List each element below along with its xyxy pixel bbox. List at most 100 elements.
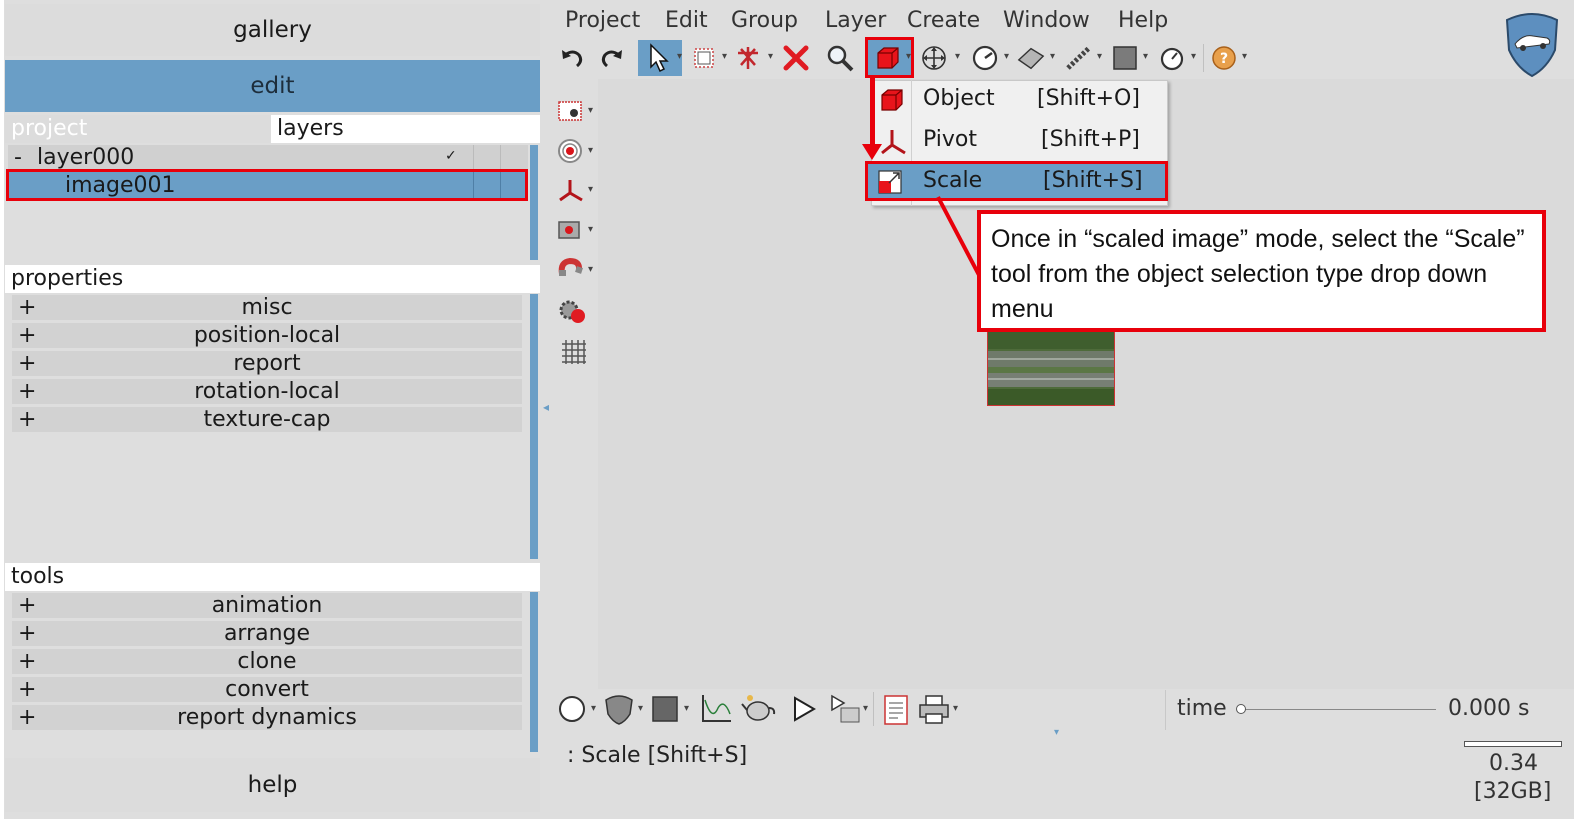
time-slider-handle[interactable] [1236,704,1246,714]
property-row-report[interactable]: + report [12,351,522,376]
time-label: time [1177,696,1227,721]
expand-arrow-icon[interactable]: ▾ [1054,727,1059,738]
dropdown-arrow-icon[interactable]: ▾ [588,224,593,235]
tool-label: convert [225,677,309,702]
dropdown-arrow-icon[interactable]: ▾ [1242,51,1247,62]
measure-icon[interactable] [1064,42,1094,74]
tool-row-clone[interactable]: + clone [12,649,522,674]
tool-row-animation[interactable]: + animation [12,593,522,618]
move-icon[interactable] [919,42,949,74]
filter-delete-icon[interactable] [733,42,763,74]
gauge-icon[interactable] [970,42,1000,74]
redo-icon[interactable] [597,42,627,74]
circle-shape-icon[interactable] [558,695,586,723]
settings-gear-icon[interactable] [556,297,590,327]
rect-select-icon[interactable] [689,42,719,74]
dropdown-arrow-icon[interactable]: ▾ [722,51,727,62]
dropdown-item-shortcut: [Shift+O] [1037,86,1140,111]
teapot-icon[interactable] [740,692,778,724]
target-icon[interactable] [556,137,586,165]
camera-view-icon[interactable] [556,97,586,125]
tab-layers[interactable]: layers [271,115,540,143]
property-row-rotation-local[interactable]: + rotation-local [12,379,522,404]
magnet-icon[interactable] [556,256,586,284]
menu-project[interactable]: Project [565,6,640,36]
menu-create[interactable]: Create [907,6,980,36]
menu-window[interactable]: Window [1003,6,1090,36]
help-icon[interactable]: ? [1209,42,1239,74]
dropdown-arrow-icon[interactable]: ▾ [684,703,689,714]
rectangle-icon[interactable] [1110,42,1140,74]
menu-group[interactable]: Group [731,6,798,36]
plane-icon[interactable] [1016,42,1046,74]
property-row-misc[interactable]: + misc [12,295,522,320]
render-icon[interactable] [556,216,586,244]
delete-icon[interactable] [781,42,811,74]
play-icon[interactable] [790,695,818,723]
property-row-texture-cap[interactable]: + texture-cap [12,407,522,432]
layers-scrollbar[interactable] [530,145,538,260]
tool-label: report dynamics [177,705,357,730]
property-row-position-local[interactable]: + position-local [12,323,522,348]
graph-icon[interactable] [700,692,734,724]
layer-row[interactable]: - layer000 ✓ [8,145,528,170]
gallery-header[interactable]: gallery [5,4,540,56]
grid-icon[interactable] [560,338,588,366]
tools-header: tools [5,563,540,591]
select-tool-button[interactable] [638,40,682,76]
dropdown-item-label: Pivot [923,127,978,152]
dropdown-arrow-icon[interactable]: ▾ [863,703,868,714]
report-icon[interactable] [882,694,910,726]
print-icon[interactable] [918,694,950,726]
play-list-icon[interactable] [829,694,863,726]
annotation-arrow-line [870,78,875,148]
zoom-icon[interactable] [825,42,855,74]
dropdown-arrow-icon[interactable]: ▾ [953,703,958,714]
dropdown-item-pivot[interactable]: Pivot [Shift+P] [873,123,1166,161]
tool-row-convert[interactable]: + convert [12,677,522,702]
dropdown-arrow-icon[interactable]: ▾ [588,145,593,156]
dropdown-arrow-icon[interactable]: ▾ [1050,51,1055,62]
dropdown-item-object[interactable]: Object [Shift+O] [873,82,1166,120]
dropdown-arrow-icon[interactable]: ▾ [638,703,643,714]
property-label: position-local [193,323,341,348]
shield-shape-icon[interactable] [603,692,635,726]
properties-scrollbar[interactable] [530,294,538,559]
edit-header[interactable]: edit [5,60,540,112]
image-object-thumbnail[interactable] [987,330,1115,406]
memory-total: [32GB] [1474,779,1552,804]
layer-collapse-toggle[interactable]: - [14,145,22,170]
annotation-callout: Once in “scaled image” mode, select the … [977,210,1546,332]
dropdown-arrow-icon[interactable]: ▾ [591,703,596,714]
tools-scrollbar[interactable] [530,592,538,752]
tool-row-report-dynamics[interactable]: + report dynamics [12,705,522,730]
time-slider-track[interactable] [1242,709,1436,710]
tool-row-arrange[interactable]: + arrange [12,621,522,646]
collapse-panel-arrow-icon[interactable]: ◂ [543,400,549,414]
dropdown-arrow-icon[interactable]: ▾ [1191,51,1196,62]
dropdown-arrow-icon[interactable]: ▾ [588,105,593,116]
menu-layer[interactable]: Layer [825,6,886,36]
stopwatch-icon[interactable] [1157,42,1187,74]
menu-edit[interactable]: Edit [665,6,708,36]
dropdown-arrow-icon[interactable]: ▾ [955,51,960,62]
menu-help[interactable]: Help [1118,6,1168,36]
dropdown-arrow-icon[interactable]: ▾ [768,51,773,62]
tool-label: arrange [223,621,311,646]
dropdown-arrow-icon[interactable]: ▾ [677,51,682,62]
toolbar-separator [1165,690,1166,730]
column-divider [500,145,501,170]
dropdown-arrow-icon[interactable]: ▾ [1097,51,1102,62]
axis-icon[interactable] [556,176,586,204]
undo-icon[interactable] [557,42,587,74]
dropdown-arrow-icon[interactable]: ▾ [588,264,593,275]
dropdown-arrow-icon[interactable]: ▾ [1143,51,1148,62]
help-header[interactable]: help [5,758,540,812]
property-label: texture-cap [203,407,331,432]
tab-project[interactable]: project [5,115,270,143]
dropdown-arrow-icon[interactable]: ▾ [1004,51,1009,62]
dropdown-arrow-icon[interactable]: ▾ [906,51,911,62]
square-fill-icon[interactable] [651,695,679,723]
dropdown-arrow-icon[interactable]: ▾ [588,184,593,195]
layer-visible-check[interactable]: ✓ [445,145,457,167]
